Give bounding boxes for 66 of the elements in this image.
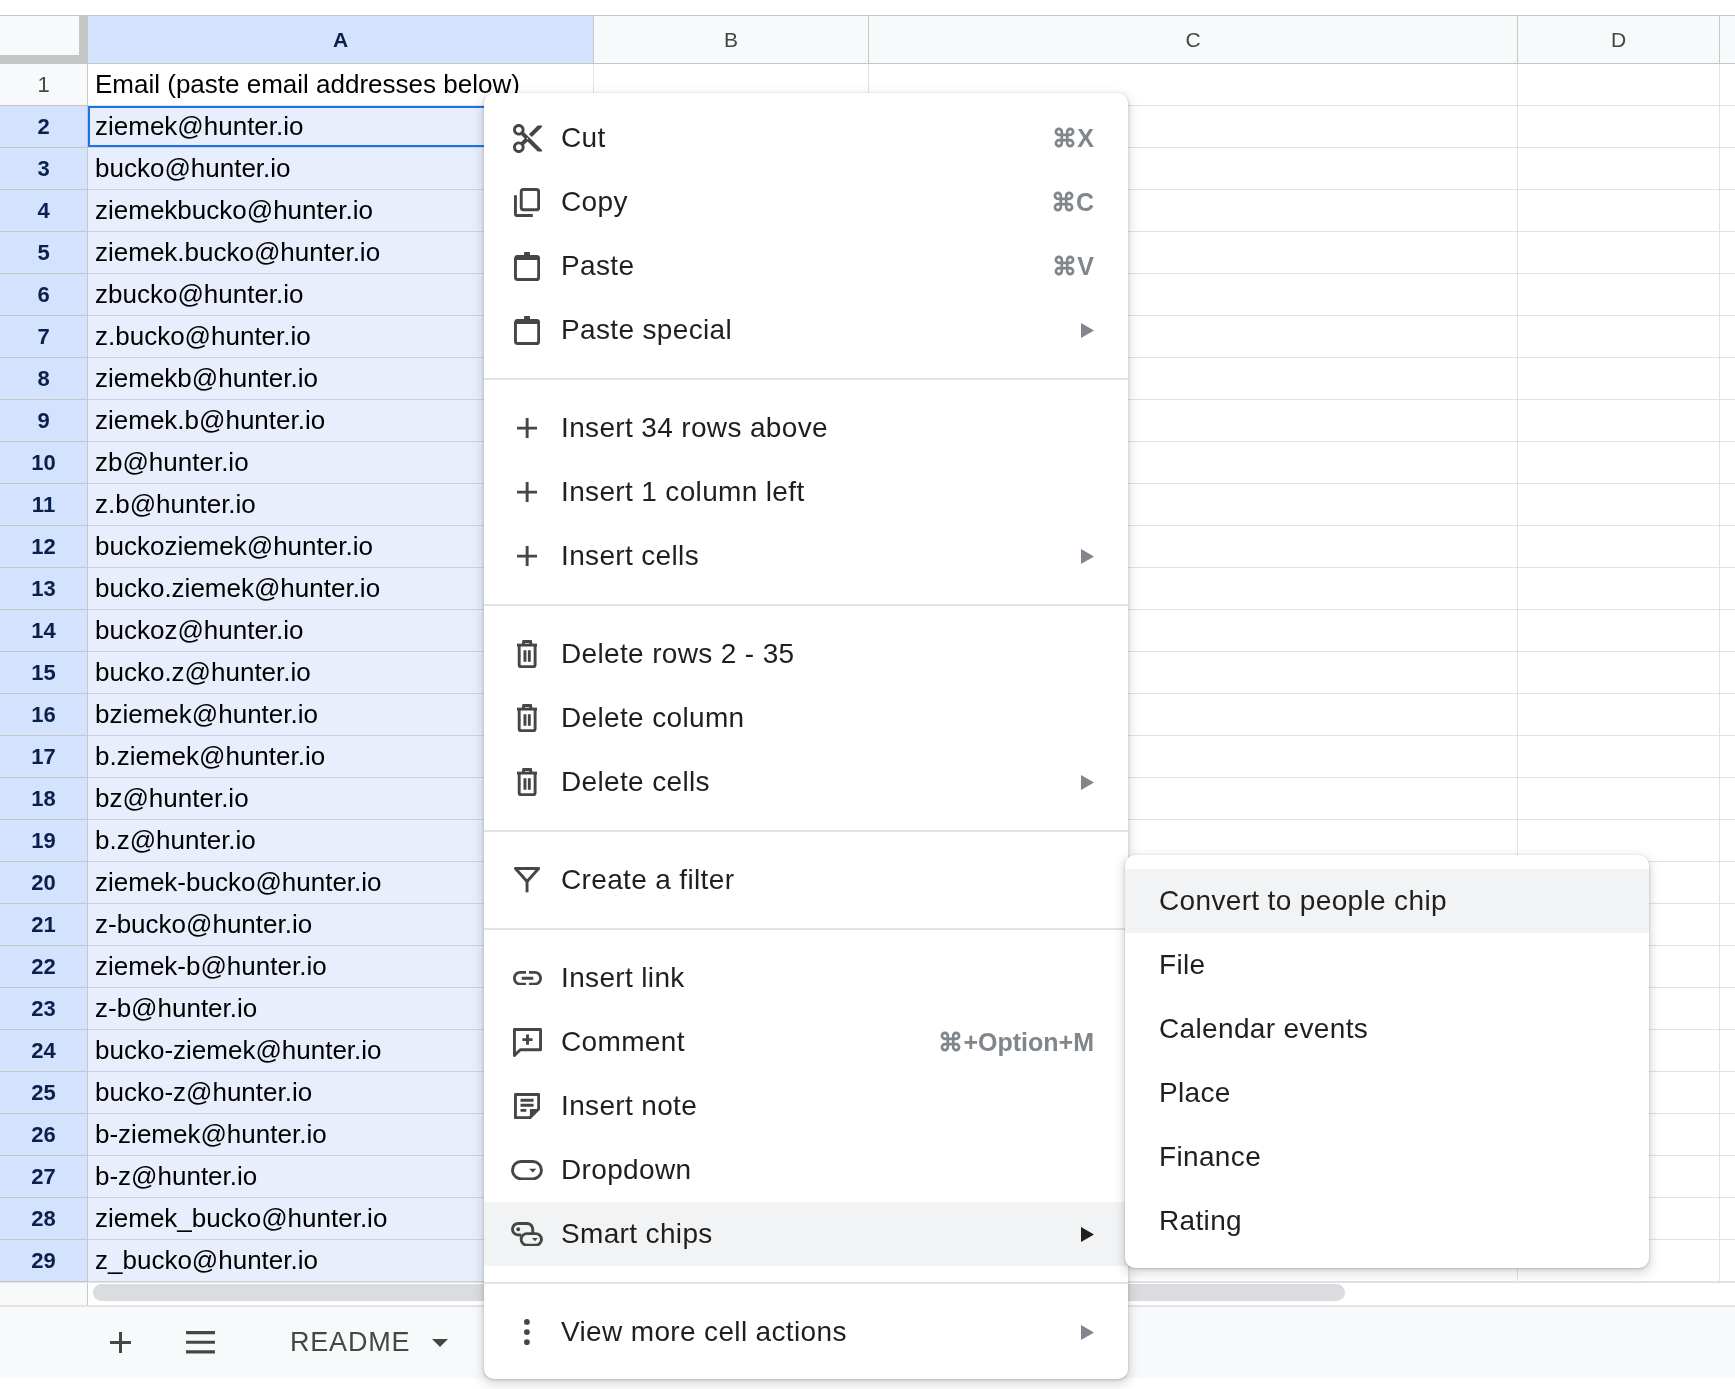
row-header[interactable]: 17 <box>0 736 88 778</box>
row-header[interactable]: 4 <box>0 190 88 232</box>
row-header[interactable]: 25 <box>0 1072 88 1114</box>
menu-item[interactable]: Smart chips <box>484 1202 1128 1266</box>
plus-icon <box>516 481 538 503</box>
keyboard-shortcut: ⌘V <box>1052 251 1094 281</box>
row-header[interactable]: 11 <box>0 484 88 526</box>
caret-down-icon <box>432 1338 449 1347</box>
sheet-tab[interactable]: README <box>280 1319 459 1366</box>
row-header[interactable]: 24 <box>0 1030 88 1072</box>
menu-item[interactable]: View more cell actions <box>484 1300 1128 1364</box>
column-header[interactable]: D <box>1518 16 1720 64</box>
menu-item[interactable]: Convert to people chip <box>1125 869 1649 933</box>
copy-icon <box>513 187 541 217</box>
link-icon <box>512 970 542 986</box>
trash-icon <box>516 703 538 733</box>
menu-item[interactable]: Finance <box>1125 1125 1649 1189</box>
plus-icon <box>516 545 538 567</box>
column-header[interactable]: B <box>594 16 869 64</box>
scissors-icon <box>512 123 542 153</box>
row-header[interactable]: 10 <box>0 442 88 484</box>
row-header[interactable]: 29 <box>0 1240 88 1282</box>
row-header[interactable]: 16 <box>0 694 88 736</box>
comment-icon <box>512 1027 542 1057</box>
plus-icon <box>516 417 538 439</box>
column-header[interactable]: C <box>869 16 1518 64</box>
keyboard-shortcut: ⌘+Option+M <box>938 1027 1094 1057</box>
chips-icon <box>511 1221 543 1247</box>
row-header[interactable]: 20 <box>0 862 88 904</box>
row-header[interactable]: 23 <box>0 988 88 1030</box>
dropdown-icon <box>511 1159 543 1181</box>
trash-icon <box>516 767 538 797</box>
row-header[interactable]: 8 <box>0 358 88 400</box>
row-header[interactable]: 7 <box>0 316 88 358</box>
more-vertical-icon <box>524 1318 530 1346</box>
row-header[interactable]: 21 <box>0 904 88 946</box>
keyboard-shortcut: ⌘C <box>1050 187 1094 217</box>
row-header[interactable]: 2 <box>0 106 88 148</box>
menu-item[interactable]: Place <box>1125 1061 1649 1125</box>
row-header[interactable]: 6 <box>0 274 88 316</box>
row-header[interactable]: 19 <box>0 820 88 862</box>
menu-item[interactable]: Rating <box>1125 1189 1649 1253</box>
row-header[interactable]: 18 <box>0 778 88 820</box>
menu-item[interactable]: Calendar events <box>1125 997 1649 1061</box>
filter-icon <box>513 867 541 893</box>
row-header[interactable]: 27 <box>0 1156 88 1198</box>
row-header[interactable]: 15 <box>0 652 88 694</box>
trash-icon <box>516 639 538 669</box>
row-header[interactable]: 28 <box>0 1198 88 1240</box>
menu-item[interactable]: File <box>1125 933 1649 997</box>
row-header[interactable]: 13 <box>0 568 88 610</box>
clipboard-icon <box>513 251 541 281</box>
clipboard-icon <box>513 315 541 345</box>
menu-icon <box>185 1331 215 1354</box>
row-header[interactable]: 1 <box>0 64 88 106</box>
row-header[interactable]: 22 <box>0 946 88 988</box>
row-header[interactable]: 5 <box>0 232 88 274</box>
plus-icon <box>109 1332 131 1353</box>
keyboard-shortcut: ⌘X <box>1052 123 1094 153</box>
note-icon <box>513 1092 541 1120</box>
row-header[interactable]: 12 <box>0 526 88 568</box>
row-header[interactable]: 9 <box>0 400 88 442</box>
column-header[interactable]: A <box>88 16 594 64</box>
row-header[interactable]: 14 <box>0 610 88 652</box>
row-header[interactable]: 3 <box>0 148 88 190</box>
row-header[interactable]: 26 <box>0 1114 88 1156</box>
